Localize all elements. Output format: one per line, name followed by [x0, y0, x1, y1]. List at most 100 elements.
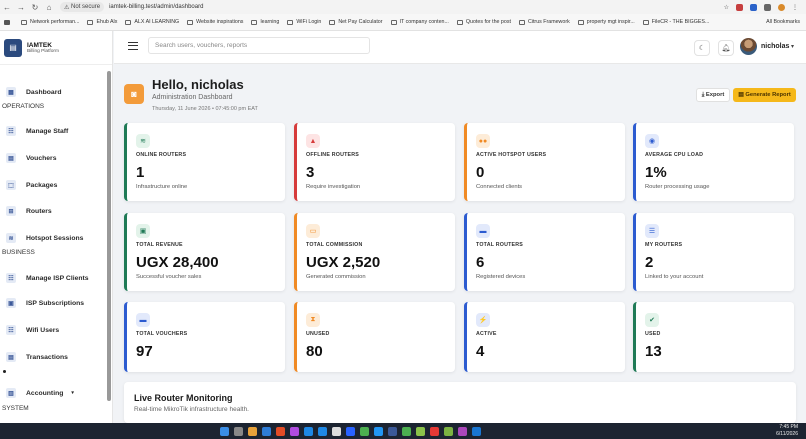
stat-note: Require investigation: [306, 184, 361, 190]
router-icon: ▬: [476, 224, 490, 238]
sidebar-item-manage-staff[interactable]: ☷ Manage Staff: [6, 126, 68, 136]
menu-icon[interactable]: ⋮: [792, 4, 798, 11]
check-icon: ✔: [645, 313, 659, 327]
server-icon: ☰: [645, 224, 659, 238]
stat-note: Router processing usage: [645, 184, 710, 190]
theme-toggle-icon[interactable]: ☾: [694, 40, 710, 56]
bolt-icon: ⚡: [476, 313, 490, 327]
brand: ▤ IAMTEK Billing Platform: [0, 31, 112, 65]
home-icon[interactable]: ⌂: [42, 3, 56, 12]
windows-taskbar: 7:45 PM 6/11/2026: [0, 423, 806, 439]
taskbar-app-icon[interactable]: [388, 426, 397, 436]
bookmark-item[interactable]: ALX AI LEARNING: [125, 19, 179, 25]
notification-bell-icon[interactable]: 🔔︎: [718, 40, 734, 56]
subscription-icon: ▣: [6, 298, 16, 308]
taskbar-app-icon[interactable]: [304, 426, 313, 436]
sidebar-item-wifi-users[interactable]: ☷ Wifi Users: [6, 325, 59, 335]
avatar[interactable]: [740, 38, 757, 55]
bullet-dot: [3, 370, 6, 373]
wifi-icon: ≋: [136, 134, 150, 148]
stat-value: 80: [306, 343, 323, 360]
taskbar-app-icon[interactable]: [234, 426, 243, 436]
apps-icon[interactable]: [4, 19, 13, 25]
live-router-monitoring-panel: Live Router Monitoring Real-time MikroTi…: [124, 382, 796, 423]
bookmark-item[interactable]: WiFi Login: [287, 19, 321, 25]
extension-icon[interactable]: [764, 3, 771, 11]
bookmark-item[interactable]: IT company conten...: [390, 19, 449, 25]
sidebar-item-packages[interactable]: ⬚ Packages: [6, 180, 57, 190]
stat-note: Connected clients: [476, 184, 523, 190]
taskbar-app-icon[interactable]: [416, 426, 425, 436]
taskbar-app-icon[interactable]: [444, 426, 453, 436]
stat-label: USED: [645, 331, 661, 337]
stat-value: 13: [645, 343, 662, 360]
brand-logo-icon: ▤: [4, 38, 22, 57]
sidebar-item-accounting[interactable]: ▥ Accounting ▾: [6, 388, 74, 398]
cpu-icon: ◉: [645, 134, 659, 148]
security-indicator[interactable]: ⚠ Not secure: [60, 2, 105, 12]
users-icon: ☷: [6, 325, 16, 335]
taskbar-app-icon[interactable]: [360, 426, 369, 436]
bookmark-item[interactable]: Ehub Alx: [87, 19, 117, 25]
sidebar-item-hotspot-sessions[interactable]: ≋ Hotspot Sessions: [6, 233, 83, 243]
system-clock[interactable]: 7:45 PM 6/11/2026: [776, 424, 798, 438]
sidebar-item-label: Manage ISP Clients: [26, 274, 89, 282]
taskbar-app-icon[interactable]: [220, 426, 229, 436]
bookmark-item[interactable]: Network performan...: [21, 19, 79, 25]
profile-icon[interactable]: [778, 3, 785, 11]
wallet-icon: ▭: [306, 224, 320, 238]
stat-label: TOTAL REVENUE: [136, 242, 183, 248]
export-button[interactable]: ⤓ Export: [696, 88, 730, 102]
sidebar-item-manage-isp-clients[interactable]: ☷ Manage ISP Clients: [6, 273, 89, 283]
taskbar-app-icon[interactable]: [402, 426, 411, 436]
bookmark-item[interactable]: property mgt inspir...: [577, 19, 635, 25]
back-icon[interactable]: ←: [0, 3, 14, 12]
taskbar-app-icon[interactable]: [472, 426, 481, 436]
taskbar-app-icon[interactable]: [332, 426, 341, 436]
reload-icon[interactable]: ↻: [28, 3, 42, 12]
sidebar-item-isp-subscriptions[interactable]: ▣ ISP Subscriptions: [6, 298, 84, 308]
sidebar-item-transactions[interactable]: ▤ Transactions: [6, 352, 68, 362]
taskbar-app-icon[interactable]: [276, 426, 285, 436]
taskbar-app-icon[interactable]: [262, 426, 271, 436]
sidebar-scrollbar[interactable]: [107, 71, 111, 401]
extension-icon[interactable]: [736, 3, 743, 11]
stat-card-active: ⚡ ACTIVE 4: [464, 302, 625, 372]
panel-title: Live Router Monitoring: [134, 393, 233, 403]
taskbar-app-icon[interactable]: [290, 426, 299, 436]
bookmark-item[interactable]: FileCR - THE BIGGES...: [642, 19, 709, 25]
sidebar-item-vouchers[interactable]: ▤ Vouchers: [6, 153, 56, 163]
taskbar-app-icon[interactable]: [374, 426, 383, 436]
bookmark-item[interactable]: Website inspirations: [187, 19, 243, 25]
stat-value: 1: [136, 164, 145, 181]
stat-value: 3: [306, 164, 315, 181]
chevron-down-icon[interactable]: ▾: [791, 43, 794, 50]
taskbar-app-icon[interactable]: [346, 426, 355, 436]
taskbar-app-icon[interactable]: [248, 426, 257, 436]
bookmark-item[interactable]: learning: [251, 19, 279, 25]
all-bookmarks[interactable]: All Bookmarks: [766, 19, 806, 25]
search-input[interactable]: Search users, vouchers, reports: [148, 37, 370, 54]
stat-value: 6: [476, 254, 485, 271]
clock-time: 7:45 PM: [779, 424, 798, 430]
bookmark-item[interactable]: Citrus Framework: [518, 19, 570, 25]
page-subtitle: Administration Dashboard: [152, 94, 233, 101]
bookmark-item[interactable]: Quotes for the post: [456, 19, 511, 25]
url-field[interactable]: iamtek-billing.test/admin/dashboard: [109, 4, 203, 10]
bookmark-label: IT company conten...: [399, 19, 449, 25]
username[interactable]: nicholas: [761, 43, 789, 50]
router-icon: ⊞: [6, 206, 16, 216]
sidebar-item-routers[interactable]: ⊞ Routers: [6, 206, 52, 216]
sidebar-item-dashboard[interactable]: ▦ Dashboard: [6, 87, 62, 97]
taskbar-app-icon[interactable]: [430, 426, 439, 436]
generate-report-button[interactable]: ▤ Generate Report: [733, 88, 796, 102]
taskbar-app-icon[interactable]: [318, 426, 327, 436]
chevron-down-icon[interactable]: ▾: [71, 390, 74, 396]
bookmark-item[interactable]: Net Pay Calculator: [329, 19, 383, 25]
stat-card-average-cpu-load: ◉ AVERAGE CPU LOAD 1% Router processing usa…: [633, 123, 794, 201]
extension-icon[interactable]: [750, 3, 757, 11]
forward-icon[interactable]: →: [14, 3, 28, 12]
star-icon[interactable]: ☆: [724, 4, 729, 11]
hamburger-menu-icon[interactable]: [128, 42, 138, 50]
taskbar-app-icon[interactable]: [458, 426, 467, 436]
